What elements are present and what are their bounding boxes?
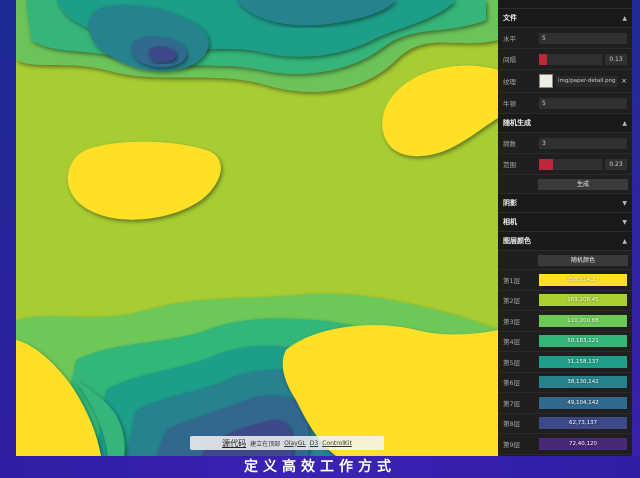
layer-color-row: 第6层 38,130,142 (498, 373, 632, 393)
caret-down-icon: ▼ (622, 199, 627, 207)
slider-fill (539, 158, 554, 170)
layer-color-row: 第3层 110,200,88 (498, 311, 632, 332)
footer-text: 建立在顶部 (250, 440, 281, 448)
layer-label: 第2层 (503, 297, 521, 306)
folder-layer-color-label: 图层颜色 (503, 237, 531, 245)
footer-link-d3[interactable]: D3 (310, 440, 318, 447)
row-horizontal: 水平 5 (498, 28, 632, 49)
row-label: 牛顿 (503, 100, 516, 108)
row-interval: 间隔 0.13 (498, 49, 632, 70)
row-newton: 牛顿 5 (498, 93, 632, 114)
layer-label: 第1层 (503, 276, 521, 285)
source-code-link[interactable]: 源代码 (222, 438, 246, 449)
caret-up-icon: ▲ (622, 119, 627, 127)
layer-label: 第4层 (503, 338, 521, 347)
range-slider[interactable] (539, 158, 602, 170)
layer-color-list: 第1层 255,224,37 第2层 169,208,45 第3层 110,200,88 第… (498, 270, 632, 455)
canvas-footer: 源代码 建立在顶部 OlayGL D3 ControlKit (190, 436, 384, 450)
folder-shadow-label: 阴影 (503, 199, 517, 207)
texture-path[interactable]: img/paper-detail.png (556, 75, 619, 87)
row-frequency: 频数 3 (498, 133, 632, 154)
footer-link-olaygl[interactable]: OlayGL (284, 440, 306, 447)
row-label: 频数 (503, 140, 516, 148)
layer-color-row: 第8层 62,73,137 (498, 414, 632, 434)
folder-shadow[interactable]: 阴影 ▼ (498, 194, 632, 213)
range-value[interactable]: 0.23 (605, 158, 627, 170)
folder-file[interactable]: 文件 ▲ (498, 9, 632, 28)
layer-color-swatch[interactable]: 38,130,142 (539, 376, 627, 389)
layer-color-swatch[interactable]: 110,200,88 (539, 314, 627, 327)
layer-color-row: 第5层 31,158,137 (498, 352, 632, 373)
footer-link-controlkit[interactable]: ControlKit (322, 440, 352, 447)
layer-color-row: 第1层 255,224,37 (498, 270, 632, 291)
layer-label: 第9层 (503, 440, 521, 449)
caret-down-icon: ▼ (622, 218, 627, 226)
interval-value[interactable]: 0.13 (605, 53, 627, 65)
layer-label: 第7层 (503, 399, 521, 408)
layer-color-swatch[interactable]: 255,224,37 (539, 273, 627, 286)
right-background-strip (632, 0, 640, 456)
row-label: 纹理 (503, 78, 516, 86)
layer-color-swatch[interactable]: 50,183,121 (539, 335, 627, 348)
folder-file-label: 文件 (503, 14, 517, 22)
folder-camera[interactable]: 相机 ▼ (498, 213, 632, 232)
layer-label: 第6层 (503, 379, 521, 388)
bottom-caption: 定义高效工作方式 (244, 459, 396, 475)
layer-color-row: 第9层 72,40,120 (498, 434, 632, 455)
frequency-input[interactable]: 3 (539, 137, 627, 149)
layer-color-row: 第2层 169,208,45 (498, 291, 632, 311)
generate-row: 生成 (498, 175, 632, 194)
caret-up-icon: ▲ (622, 237, 627, 245)
control-panel: 文件 ▲ 水平 5 间隔 0.13 纹理 img/paper-detail.pn… (498, 0, 632, 456)
layered-shapes (16, 0, 498, 456)
folder-camera-label: 相机 (503, 218, 517, 226)
close-icon[interactable]: × (621, 77, 627, 85)
random-color-button[interactable]: 随机颜色 (538, 254, 628, 266)
folder-layer-color[interactable]: 图层颜色 ▲ (498, 232, 632, 251)
newton-input[interactable]: 5 (539, 97, 627, 109)
left-background-strip (0, 0, 16, 456)
layer-label: 第3层 (503, 317, 521, 326)
randomize-row: 随机颜色 (498, 251, 632, 270)
row-label: 水平 (503, 35, 516, 43)
folder-random-label: 随机生成 (503, 119, 531, 127)
layer-color-row: 第4层 50,183,121 (498, 332, 632, 352)
panel-top-edge (498, 0, 632, 9)
caret-up-icon: ▲ (622, 14, 627, 22)
paper-cut-canvas[interactable] (16, 0, 498, 456)
generate-button[interactable]: 生成 (538, 178, 628, 190)
row-range: 范围 0.23 (498, 154, 632, 175)
interval-slider[interactable] (539, 53, 602, 65)
layer-color-swatch[interactable]: 49,104,142 (539, 396, 627, 409)
horizontal-input[interactable]: 5 (539, 32, 627, 44)
layer-color-swatch[interactable]: 169,208,45 (539, 294, 627, 307)
folder-random[interactable]: 随机生成 ▲ (498, 114, 632, 133)
row-label: 间隔 (503, 56, 516, 64)
layer-color-swatch[interactable]: 72,40,120 (539, 437, 627, 450)
row-texture: 纹理 img/paper-detail.png × (498, 70, 632, 93)
layer-label: 第8层 (503, 420, 521, 429)
layer-label: 第5层 (503, 358, 521, 367)
layer-color-swatch[interactable]: 31,158,137 (539, 355, 627, 368)
row-label: 范围 (503, 161, 516, 169)
layer-color-row: 第7层 49,104,142 (498, 393, 632, 414)
layer-color-swatch[interactable]: 62,73,137 (539, 417, 627, 430)
slider-fill (539, 53, 548, 65)
texture-thumbnail[interactable] (539, 74, 553, 88)
